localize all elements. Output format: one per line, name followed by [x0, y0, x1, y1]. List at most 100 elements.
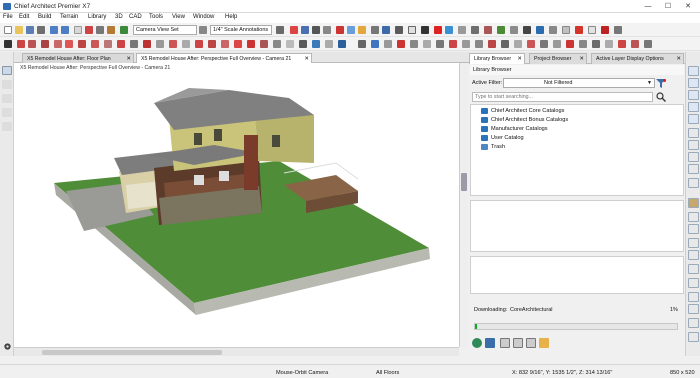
layer-tool-icon[interactable] [286, 40, 294, 48]
reference-icon[interactable] [588, 26, 596, 34]
layer-display-icon[interactable] [688, 198, 699, 208]
edit-layer-icon[interactable] [276, 26, 284, 34]
close-tab-icon[interactable]: ✕ [126, 54, 131, 63]
close-tab-icon[interactable]: ✕ [517, 54, 522, 65]
menu-library[interactable]: Library [88, 14, 106, 20]
new-plan-icon[interactable] [4, 26, 12, 34]
select-tool-icon[interactable] [2, 66, 12, 75]
electrical-icon[interactable] [117, 40, 125, 48]
fill-window-icon[interactable] [312, 26, 320, 34]
camera-icon[interactable] [347, 26, 355, 34]
polyline-icon[interactable] [410, 40, 418, 48]
dimension-tool-icon[interactable] [182, 40, 190, 48]
select-objects-icon[interactable] [74, 26, 82, 34]
sort-icon[interactable] [605, 40, 613, 48]
settings-icon[interactable] [575, 26, 583, 34]
mouse-orbit-icon[interactable] [421, 26, 429, 34]
fly-icon[interactable] [2, 108, 12, 117]
callout-icon[interactable] [631, 40, 639, 48]
paste-icon[interactable] [107, 26, 115, 34]
camera-view-set-select[interactable]: Camera View Set [133, 25, 197, 35]
print-icon[interactable] [37, 26, 45, 34]
marker-icon[interactable] [618, 40, 626, 48]
copy-icon[interactable] [96, 26, 104, 34]
menu-edit[interactable]: Edit [19, 14, 29, 20]
filter-icon[interactable] [656, 79, 666, 88]
tab-project-browser[interactable]: Project Browser ✕ [529, 53, 587, 64]
view-list-icon[interactable] [500, 338, 510, 348]
active-filter-select[interactable]: Not Filtered ▼ [503, 78, 655, 88]
reverse-icon[interactable] [566, 40, 574, 48]
dollhouse-icon[interactable] [510, 26, 518, 34]
3d-viewport[interactable] [14, 63, 459, 347]
plan-view-icon[interactable] [688, 224, 699, 234]
library-search-input[interactable] [472, 92, 653, 102]
library-tool-icon[interactable] [195, 40, 203, 48]
scroll-thumb[interactable] [461, 173, 467, 191]
zoom-out-icon[interactable] [688, 78, 699, 88]
close-tab-icon[interactable]: ✕ [676, 54, 681, 65]
glasses-icon[interactable] [458, 26, 466, 34]
view-split-icon[interactable] [513, 338, 523, 348]
dolly-icon[interactable] [688, 140, 699, 150]
material-icon[interactable] [382, 26, 390, 34]
layout-icon[interactable] [688, 250, 699, 260]
wall-icon[interactable] [17, 40, 25, 48]
lines-icon[interactable] [523, 26, 531, 34]
delete-icon[interactable] [449, 40, 457, 48]
tab-library-browser[interactable]: Library Browser ✕ [469, 53, 525, 64]
select-arrow-icon[interactable] [4, 40, 12, 48]
cross-section-icon[interactable] [336, 26, 344, 34]
menu-view[interactable]: View [172, 14, 185, 20]
point-icon[interactable] [436, 40, 444, 48]
resize-icon[interactable] [553, 40, 561, 48]
walk-icon[interactable] [2, 122, 12, 131]
zoom-in-icon[interactable] [688, 66, 699, 76]
cabinet-icon[interactable] [41, 40, 49, 48]
tab-perspective[interactable]: X5 Remodel House After: Perspective Full… [136, 53, 312, 63]
door-icon[interactable] [54, 40, 62, 48]
text-icon[interactable] [130, 40, 138, 48]
arc-icon[interactable] [423, 40, 431, 48]
window-tool-icon[interactable] [65, 40, 73, 48]
dollar-icon[interactable] [601, 26, 609, 34]
roof-icon[interactable] [91, 40, 99, 48]
tab-active-layer-display-options[interactable]: Active Layer Display Options ✕ [591, 53, 684, 64]
elevation-view-icon[interactable] [688, 212, 699, 222]
fixture-icon[interactable] [143, 40, 151, 48]
line-style-icon[interactable] [299, 40, 307, 48]
terrain-icon[interactable] [497, 26, 505, 34]
menu-file[interactable]: File [3, 14, 13, 20]
gear-icon[interactable] [3, 342, 12, 351]
copy-tool-icon[interactable] [579, 40, 587, 48]
room-icon[interactable] [28, 40, 36, 48]
extend-icon[interactable] [475, 40, 483, 48]
menu-tools[interactable]: Tools [149, 14, 163, 20]
framing-icon[interactable] [104, 40, 112, 48]
check-icon[interactable] [120, 26, 128, 34]
underline-icon[interactable] [338, 40, 346, 48]
terrain-tool-icon[interactable] [169, 40, 177, 48]
layer-icon[interactable] [199, 26, 207, 34]
offset-icon[interactable] [462, 40, 470, 48]
pan-icon[interactable] [323, 26, 331, 34]
trim-icon[interactable] [488, 40, 496, 48]
refresh-view-icon[interactable] [688, 128, 699, 138]
chevron-down-icon[interactable] [358, 40, 366, 48]
bolt-icon[interactable] [371, 40, 379, 48]
sun-angle-icon[interactable] [445, 26, 453, 34]
transform-icon[interactable] [247, 40, 255, 48]
technical-icon[interactable] [484, 26, 492, 34]
close-tab-icon[interactable]: ✕ [579, 54, 584, 65]
maximize-button[interactable]: ☐ [660, 2, 676, 11]
walkthrough-icon[interactable] [395, 26, 403, 34]
tab-floor-plan[interactable]: X5 Remodel House After: Floor Plan ✕ [22, 53, 134, 63]
minimize-button[interactable]: — [640, 2, 656, 11]
elevation-icon[interactable] [358, 26, 366, 34]
watercolor-icon[interactable] [471, 26, 479, 34]
annotation-set-select[interactable]: 1/4" Scale Annotations [210, 25, 272, 35]
catalog-icon[interactable] [485, 338, 495, 348]
menu-3d[interactable]: 3D [115, 14, 123, 20]
search-icon[interactable] [656, 92, 666, 102]
close-tab-icon[interactable]: ✕ [304, 54, 309, 63]
